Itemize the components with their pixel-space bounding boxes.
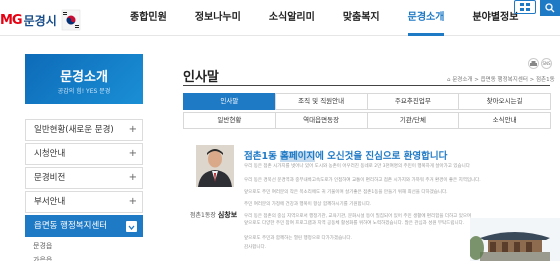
- headline-part-1: 점촌1동: [244, 151, 281, 162]
- sidebar-subitem-mungyeong-eup[interactable]: 문경읍: [25, 239, 143, 253]
- plus-icon: +: [128, 124, 137, 135]
- site-logo[interactable]: MG 문경시: [0, 9, 81, 31]
- tab-organizations[interactable]: 기관/단체: [366, 112, 460, 129]
- sidebar-subitem-gaeun-eup[interactable]: 가은읍: [25, 253, 143, 261]
- sidebar-item-label: 일반현황(새로운 문경): [34, 125, 114, 135]
- nav-item-5[interactable]: 분야별정보: [472, 0, 518, 36]
- nav-item-2[interactable]: 소식알리미: [269, 0, 315, 36]
- greeting-paragraph-4: 주민 여러분의 가정에 건강과 행복이 항상 함께하시기를 기원합니다.: [244, 202, 372, 207]
- tab-news[interactable]: 소식안내: [458, 112, 551, 129]
- main-nav: 종합민원 정보나누미 소식알리미 맞춤복지 문경소개 분야별정보: [130, 0, 518, 36]
- tab-greeting[interactable]: 인사말: [183, 93, 276, 110]
- caption-role: 점촌1동장: [190, 212, 216, 219]
- title-icons: SNS: [528, 58, 552, 69]
- nav-item-4-active[interactable]: 문경소개: [407, 0, 445, 36]
- tab-organization[interactable]: 조직 및 직원안내: [274, 93, 368, 110]
- search-icon: [545, 3, 555, 13]
- page-title: 인사말: [183, 70, 219, 85]
- header-utility-icons: [514, 0, 560, 16]
- chevron-down-icon: [126, 221, 137, 232]
- nav-item-0[interactable]: 종합민원: [130, 0, 167, 36]
- search-button[interactable]: [540, 0, 560, 16]
- nav-item-1[interactable]: 정보나누미: [195, 0, 241, 36]
- sidebar-menu: 일반현황(새로운 문경) + 시청안내 + 문경비전 + 부서안내 + 읍면동 …: [25, 119, 143, 261]
- caption-name: 심창보: [217, 211, 238, 219]
- headline-part-2: 에 오신것을 진심으로 환영합니다: [315, 151, 448, 162]
- head-portrait-photo: [196, 145, 234, 187]
- sidebar-item-label: 읍면동 행정복지센터: [34, 221, 108, 231]
- plus-icon: +: [128, 172, 137, 183]
- content-tabs: 인사말 조직 및 직원안내 주요추진업무 찾아오시는길 일반현황 역대읍면동장 …: [183, 93, 551, 131]
- sidebar-item-district-centers[interactable]: 읍면동 행정복지센터: [25, 215, 143, 237]
- sidebar-item-departments[interactable]: 부서안내 +: [25, 191, 143, 213]
- sidebar-item-label: 시청안내: [34, 149, 66, 159]
- greeting-headline: 점촌1동 홈페이지에 오신것을 진심으로 환영합니다: [244, 148, 447, 162]
- site-header: MG 문경시 종합민원 정보나누미 소식알리미 맞춤복지 문경소개 분야별정보: [0, 0, 560, 36]
- traditional-building-illustration: [468, 218, 560, 261]
- title-divider: [183, 85, 550, 86]
- plus-icon: +: [128, 148, 137, 159]
- sidebar-subtitle: 공감의 힘! YES 문경: [57, 88, 111, 95]
- breadcrumb-text: 문경소개 > 읍면동 행정복지센터 > 점촌1동: [452, 77, 555, 83]
- photo-caption: 점촌1동장 심창보: [190, 210, 237, 220]
- sidebar-item-label: 부서안내: [34, 197, 66, 207]
- sidebar-title-box: 문경소개 공감의 힘! YES 문경: [25, 54, 143, 104]
- greeting-paragraph-5: 우리 동은 점촌의 중심 지역으로서 행정기관, 교육기관, 문화시설 등이 밀…: [244, 214, 472, 226]
- print-icon[interactable]: [528, 58, 539, 69]
- sns-icon[interactable]: SNS: [541, 58, 552, 69]
- nav-item-3[interactable]: 맞춤복지: [343, 0, 380, 36]
- greeting-paragraph-1: 우리 동은 점촌 시가지를 벗어나 있어 도시와 농촌이 어우러진 동네로 2만…: [244, 164, 470, 169]
- tab-general-status[interactable]: 일반현황: [183, 112, 276, 129]
- greeting-paragraph-3: 앞으로도 주민 여러분의 작은 목소리에도 귀 기울이며 살기좋은 점촌1동을 …: [244, 190, 448, 195]
- sidebar-item-general[interactable]: 일반현황(새로운 문경) +: [25, 119, 143, 141]
- sidebar-item-cityhall[interactable]: 시청안내 +: [25, 143, 143, 165]
- tab-row-2: 일반현황 역대읍면동장 기관/단체 소식안내: [183, 112, 551, 129]
- tab-directions[interactable]: 찾아오시는길: [458, 93, 551, 110]
- sidebar-item-label: 문경비전: [34, 173, 66, 183]
- taegukgi-flag-icon: [61, 9, 81, 31]
- tab-past-heads[interactable]: 역대읍면동장: [274, 112, 368, 129]
- sitemap-button[interactable]: [514, 0, 536, 14]
- breadcrumb: ⌂ 문경소개 > 읍면동 행정복지센터 > 점촌1동: [447, 75, 555, 83]
- grid-icon: [520, 3, 530, 11]
- plus-icon: +: [128, 196, 137, 207]
- sns-label: SNS: [542, 61, 551, 66]
- logo-city-text: 문경시: [23, 13, 57, 28]
- greeting-paragraph-2: 우리 동은 경북선 문경역과 중부내륙고속도로가 인접하여 교통이 편리하고 점…: [244, 178, 481, 183]
- tab-row-1: 인사말 조직 및 직원안내 주요추진업무 찾아오시는길: [183, 93, 551, 110]
- logo-mg-text: MG: [0, 12, 23, 28]
- headline-highlight: 홈페이지: [280, 151, 316, 162]
- tab-main-tasks[interactable]: 주요추진업무: [366, 93, 460, 110]
- sidebar-item-vision[interactable]: 문경비전 +: [25, 167, 143, 189]
- sidebar-title: 문경소개: [60, 70, 108, 85]
